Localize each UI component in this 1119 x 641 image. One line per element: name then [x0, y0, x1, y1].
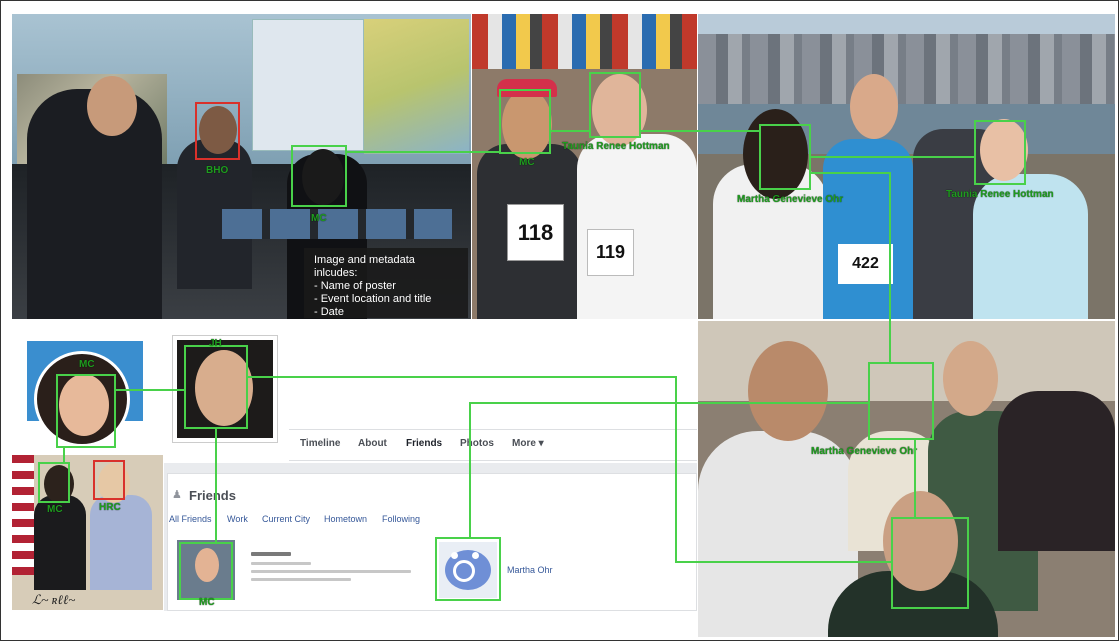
tab-more[interactable]: More ▾ — [512, 438, 544, 449]
face-box-poliwhirl — [435, 537, 501, 601]
face-label-mc-race: MC — [519, 157, 535, 168]
race-photo: 118 119 — [472, 14, 697, 319]
friend-info-redacted — [251, 562, 311, 565]
runner-right-body — [577, 134, 697, 319]
face-label-mc-hc: MC — [47, 504, 63, 515]
link-line — [347, 151, 500, 153]
tab-photos[interactable]: Photos — [460, 438, 494, 449]
signature: ℒ~ ʀℓℓ~ — [32, 592, 76, 607]
metadata-overlay: Image and metadata inlcudes: - Name of p… — [304, 248, 468, 318]
face-label-martha-ny: Martha Genevieve Ohr — [737, 194, 844, 205]
face-box-tauna-ny — [974, 120, 1026, 185]
bib-number: 422 — [852, 255, 879, 272]
face-label-martha-group: Martha Genevieve Ohr — [811, 446, 918, 457]
friend-name[interactable]: Martha Ohr — [507, 565, 553, 575]
face-box-martha-group — [868, 362, 934, 440]
link-line — [551, 130, 590, 132]
face-box-jh-group — [891, 517, 969, 609]
filter-current-city[interactable]: Current City — [262, 514, 310, 524]
link-line — [114, 389, 185, 391]
profile-name: Tinsley Yu — [299, 397, 398, 419]
face-label-jh-profile: JH — [209, 338, 222, 349]
face-box-tauna-race — [589, 72, 641, 138]
friend-name-redacted — [251, 552, 291, 556]
person-back-head — [87, 76, 137, 136]
monitors — [222, 209, 452, 239]
race-bib-left: 118 — [507, 204, 564, 261]
overlay-heading: Image and metadata inlcudes: — [314, 254, 415, 279]
face-box-mc-hc — [38, 462, 70, 503]
filter-following[interactable]: Following — [382, 514, 420, 524]
face-label-tauna-ny: Taunia Renee Hottman — [946, 189, 1054, 200]
friend-info-redacted — [251, 570, 411, 573]
signed-photo: ℒ~ ʀℓℓ~ — [12, 455, 163, 610]
link-line — [641, 130, 760, 132]
group-person-right — [998, 391, 1115, 551]
link-line — [215, 429, 217, 543]
link-line — [811, 156, 975, 158]
face-label-mc-profile: MC — [79, 359, 95, 370]
face-box-jh-profile — [184, 345, 248, 429]
link-line — [675, 561, 892, 563]
tab-friends[interactable]: Friends — [406, 438, 442, 449]
filter-all-friends[interactable]: All Friends — [169, 514, 212, 524]
link-line — [469, 402, 869, 404]
flag — [12, 455, 34, 575]
face-box-mc-profile — [56, 374, 116, 448]
link-line — [889, 172, 891, 363]
face-label-mc-control: MC — [311, 213, 327, 224]
link-line — [63, 447, 65, 463]
link-line — [469, 402, 471, 538]
face-label-hrc: HRC — [99, 502, 121, 513]
wall-screen-data — [252, 19, 364, 151]
group-person-left-head — [748, 341, 828, 441]
face-label-tauna-race: Taunia Renee Hottman — [562, 141, 670, 152]
face-label-mc-friend: MC — [199, 597, 215, 608]
link-line — [914, 440, 916, 518]
filter-work[interactable]: Work — [227, 514, 248, 524]
link-line — [811, 172, 890, 174]
overlay-item: - Name of poster — [314, 280, 396, 292]
filter-hometown[interactable]: Hometown — [324, 514, 367, 524]
face-box-mc-control — [291, 145, 347, 207]
face-box-mc-race — [499, 89, 551, 154]
person-blue-shirt — [823, 139, 913, 319]
bib-number: 118 — [517, 220, 554, 245]
tab-about[interactable]: About — [358, 438, 387, 449]
bib-number: 119 — [595, 242, 626, 262]
face-box-obama — [195, 102, 240, 160]
face-label-obama: BHO — [206, 165, 229, 176]
face-box-martha-ny — [759, 124, 811, 190]
person-blue-shirt-head — [850, 74, 898, 139]
link-line — [247, 376, 676, 378]
wall-screen-map2 — [364, 19, 469, 154]
face-box-hrc — [93, 460, 125, 500]
tab-timeline[interactable]: Timeline — [300, 438, 340, 449]
group-person-green-head — [943, 341, 998, 416]
friend-info-redacted — [251, 578, 351, 581]
race-bib-ny: 422 — [838, 244, 893, 284]
friends-title: Friends — [189, 488, 236, 503]
skyline — [698, 34, 1115, 104]
overlay-item: - Date — [314, 306, 344, 318]
race-bib-right: 119 — [587, 229, 634, 276]
friends-icon: ♟ — [172, 489, 182, 501]
shirt-rack — [472, 14, 697, 69]
composite-figure: BHO MC Image and metadata inlcudes: - Na… — [0, 0, 1119, 641]
overlay-item: - Event location and title — [314, 293, 432, 305]
face-box-mc-friend — [179, 542, 233, 600]
